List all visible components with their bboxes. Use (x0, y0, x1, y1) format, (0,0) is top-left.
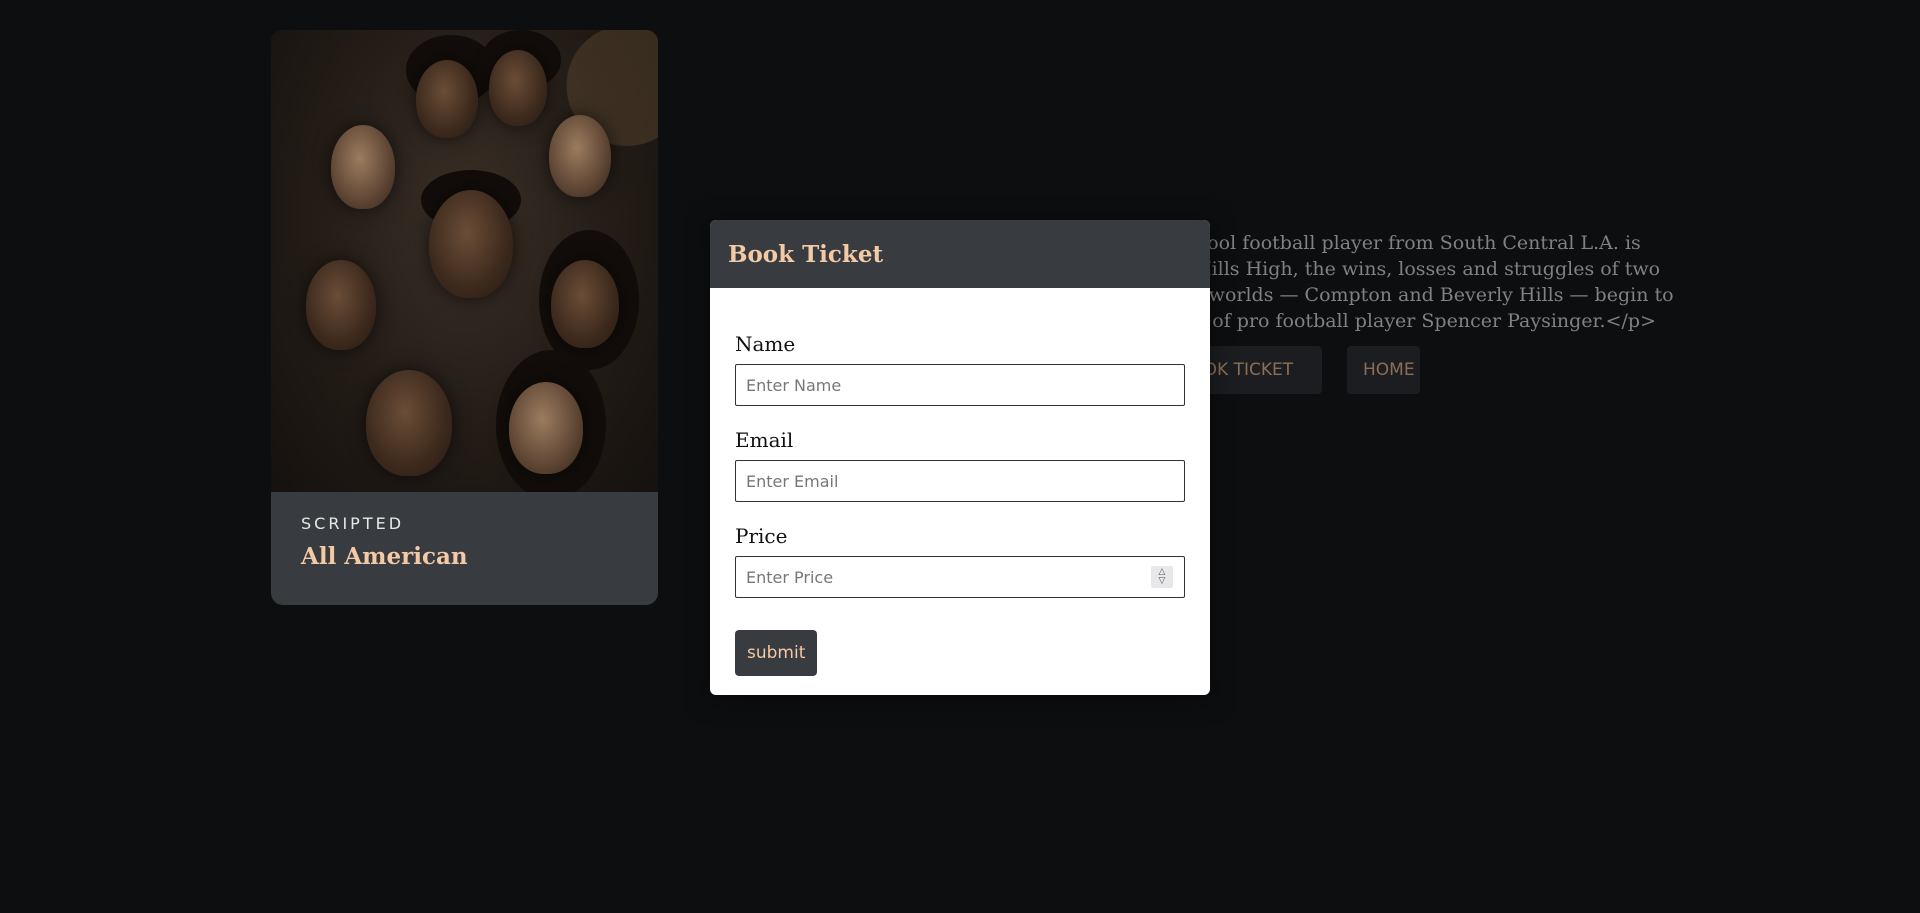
name-field-group: Name (735, 332, 1185, 406)
name-input[interactable] (735, 364, 1185, 406)
page: SCRIPTED All American hool football play… (0, 0, 1920, 913)
description-line: t worlds — Compton and Beverly Hills — b… (1195, 284, 1674, 306)
price-input[interactable] (735, 556, 1185, 598)
home-button[interactable]: HOME (1347, 346, 1420, 394)
show-genre: SCRIPTED (301, 514, 405, 533)
number-stepper-icon[interactable]: △ ▽ (1151, 566, 1173, 588)
description-line: hool football player from South Central … (1195, 232, 1641, 254)
modal-title: Book Ticket (728, 240, 884, 268)
show-poster-image (271, 30, 658, 492)
show-card[interactable]: SCRIPTED All American (271, 30, 658, 605)
description-line: Hills High, the wins, losses and struggl… (1195, 258, 1661, 280)
show-title[interactable]: All American (301, 543, 628, 570)
email-input[interactable] (735, 460, 1185, 502)
price-field-group: Price △▽ (735, 524, 1185, 598)
email-label: Email (735, 428, 794, 452)
booking-form: Name Email Price △▽ submit (710, 288, 1210, 676)
price-label: Price (735, 524, 788, 548)
email-field-group: Email (735, 428, 1185, 502)
submit-button[interactable]: submit (735, 630, 818, 676)
book-ticket-modal: Book Ticket Name Email Price △▽ submit (710, 220, 1210, 695)
show-description: hool football player from South Central … (1195, 230, 1695, 334)
description-line: e of pro football player Spencer Paysing… (1195, 310, 1656, 332)
name-label: Name (735, 332, 796, 356)
modal-header: Book Ticket (710, 220, 1210, 288)
